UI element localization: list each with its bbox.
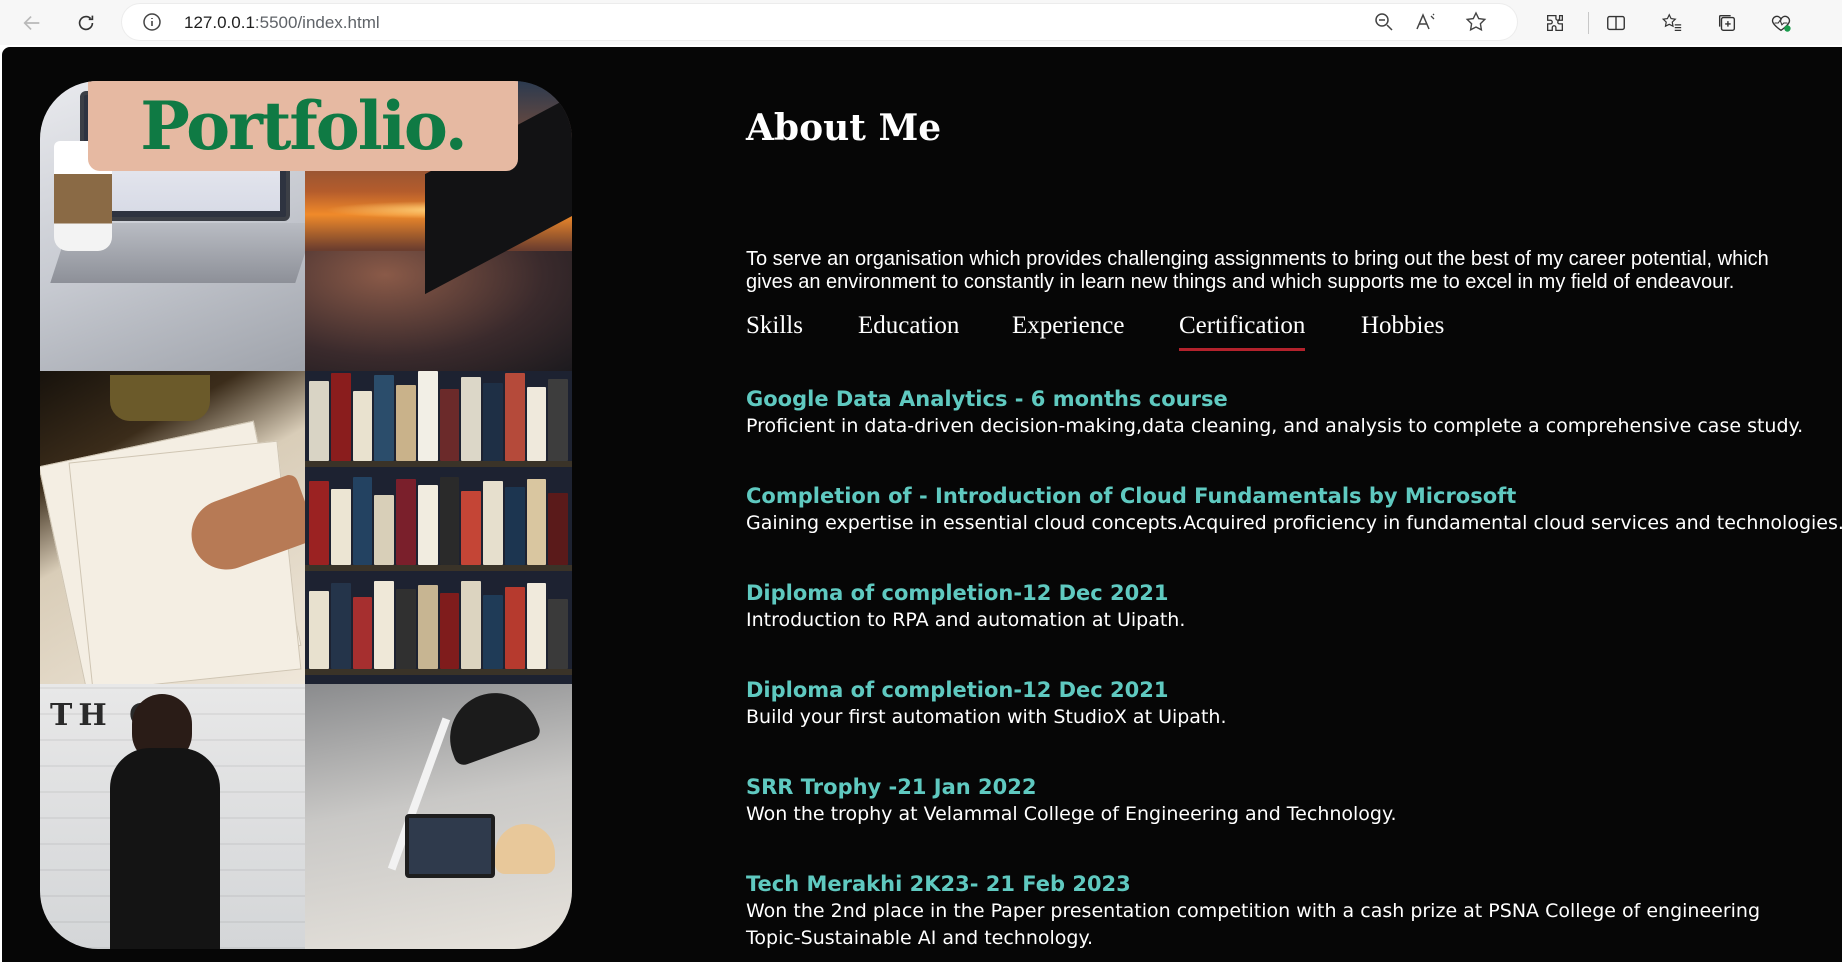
tab-hobbies[interactable]: Hobbies bbox=[1361, 312, 1444, 340]
tab-experience[interactable]: Experience bbox=[1012, 312, 1124, 340]
read-aloud-icon[interactable] bbox=[1414, 10, 1438, 34]
certification-description: Build your first automation with StudioX… bbox=[746, 706, 1227, 728]
info-icon[interactable] bbox=[142, 12, 162, 32]
certification-description: Gaining expertise in essential cloud con… bbox=[746, 512, 1842, 534]
portfolio-banner: Portfolio. bbox=[88, 81, 518, 171]
cat-figurine bbox=[495, 824, 555, 874]
portfolio-banner-text: Portfolio. bbox=[140, 87, 468, 165]
certification-description: Proficient in data-driven decision-makin… bbox=[746, 415, 1804, 437]
certification-item: Google Data Analytics - 6 months course … bbox=[746, 387, 1806, 440]
certification-title: Tech Merakhi 2K23- 21 Feb 2023 bbox=[746, 872, 1131, 896]
tab-certification[interactable]: Certification bbox=[1179, 312, 1306, 351]
certification-description: Introduction to RPA and automation at Ui… bbox=[746, 609, 1186, 631]
heart-pulse-icon bbox=[1771, 15, 1791, 32]
tablet bbox=[405, 814, 495, 878]
refresh-icon bbox=[78, 15, 94, 31]
toolbar-divider bbox=[1588, 12, 1589, 34]
favorites-list-icon bbox=[1661, 13, 1682, 31]
bookshelf-photo bbox=[305, 371, 572, 684]
certification-description: Won the 2nd place in the Paper presentat… bbox=[746, 900, 1761, 922]
extensions-button[interactable] bbox=[1538, 6, 1572, 40]
star-icon[interactable] bbox=[1464, 10, 1488, 34]
refresh-button[interactable] bbox=[69, 6, 103, 40]
shelf-row bbox=[305, 579, 572, 675]
browser-toolbar: 127.0.0.1:5500/index.html bbox=[0, 0, 1842, 45]
about-title: About Me bbox=[746, 107, 942, 149]
certification-title: Completion of - Introduction of Cloud Fu… bbox=[746, 484, 1517, 508]
collections-icon bbox=[1718, 14, 1736, 32]
address-url[interactable]: 127.0.0.1:5500/index.html bbox=[184, 13, 380, 33]
arrow-left-icon bbox=[23, 15, 40, 31]
shelf-row bbox=[305, 371, 572, 467]
back-button[interactable] bbox=[15, 6, 49, 40]
tab-skills[interactable]: Skills bbox=[746, 312, 803, 340]
portrait-photo: TH C bbox=[40, 684, 305, 949]
browser-essentials-button[interactable] bbox=[1764, 6, 1798, 40]
certification-title: Diploma of completion-12 Dec 2021 bbox=[746, 581, 1169, 605]
certification-item: Tech Merakhi 2K23- 21 Feb 2023 Won the 2… bbox=[746, 872, 1806, 952]
split-screen-button[interactable] bbox=[1599, 6, 1633, 40]
certification-item: Completion of - Introduction of Cloud Fu… bbox=[746, 484, 1842, 537]
certification-description: Topic-Sustainable AI and technology. bbox=[746, 927, 1094, 949]
favorites-button[interactable] bbox=[1655, 6, 1689, 40]
person-body bbox=[110, 748, 220, 949]
collections-button[interactable] bbox=[1710, 6, 1744, 40]
writing-notes-photo bbox=[40, 371, 305, 684]
split-screen-icon bbox=[1607, 15, 1625, 31]
desk-lamp-head bbox=[437, 684, 543, 768]
certification-title: SRR Trophy -21 Jan 2022 bbox=[746, 775, 1037, 799]
certification-description: Won the trophy at Velammal College of En… bbox=[746, 803, 1397, 825]
url-host: 127.0.0.1 bbox=[184, 13, 255, 32]
paper-sheet bbox=[68, 440, 302, 684]
about-paragraph: To serve an organisation which provides … bbox=[746, 248, 1769, 293]
study-desk-photo bbox=[305, 684, 572, 949]
mug bbox=[110, 375, 210, 421]
certification-title: Diploma of completion-12 Dec 2021 bbox=[746, 678, 1169, 702]
zoom-out-icon[interactable] bbox=[1372, 10, 1396, 34]
portfolio-collage-image: TH C Portfolio. bbox=[40, 81, 572, 949]
tab-education[interactable]: Education bbox=[858, 312, 959, 340]
url-path: :5500/index.html bbox=[254, 13, 380, 32]
page-viewport: TH C Portfolio. About Me To serve an org… bbox=[2, 47, 1842, 962]
certification-item: Diploma of completion-12 Dec 2021 Build … bbox=[746, 678, 1806, 731]
puzzle-icon bbox=[1547, 15, 1563, 31]
certification-title: Google Data Analytics - 6 months course bbox=[746, 387, 1228, 411]
certification-item: SRR Trophy -21 Jan 2022 Won the trophy a… bbox=[746, 775, 1806, 828]
certification-item: Diploma of completion-12 Dec 2021 Introd… bbox=[746, 581, 1806, 634]
address-bar[interactable]: 127.0.0.1:5500/index.html bbox=[122, 4, 1517, 40]
shelf-row bbox=[305, 475, 572, 571]
